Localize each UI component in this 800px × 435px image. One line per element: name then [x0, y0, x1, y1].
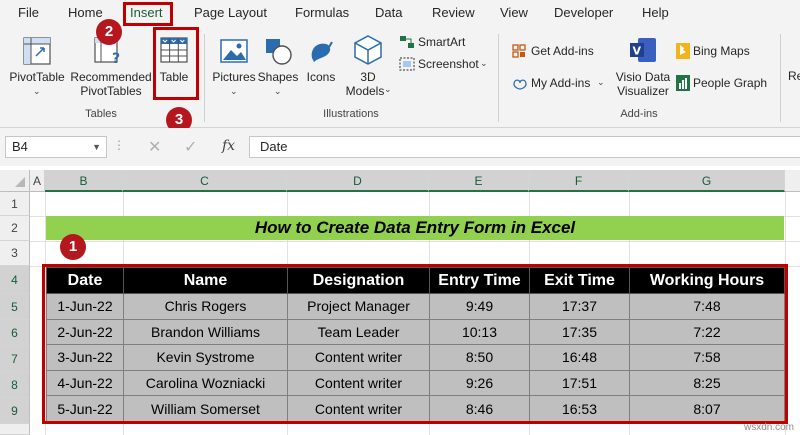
name-box-value: B4 [12, 139, 28, 154]
row-header-1[interactable]: 1 [0, 192, 30, 216]
smartart-icon[interactable] [399, 35, 415, 49]
insert-tab-highlight [123, 2, 173, 26]
tab-page-layout[interactable]: Page Layout [194, 0, 267, 26]
screenshot-icon[interactable] [399, 57, 415, 71]
tab-file[interactable]: File [18, 0, 39, 26]
column-header-b[interactable]: B [45, 170, 123, 192]
svg-text:V: V [633, 45, 642, 58]
callout-1: 1 [60, 234, 86, 260]
screenshot-button[interactable]: Screenshot [418, 56, 479, 72]
worksheet-grid[interactable]: A B C D E F G 1 2 3 4 5 6 7 8 9 How to C… [0, 166, 800, 435]
pictures-icon[interactable] [219, 38, 249, 64]
column-header-h[interactable] [785, 170, 800, 192]
chevron-down-icon[interactable]: ⌄ [480, 58, 488, 69]
people-graph-button[interactable]: People Graph [693, 75, 767, 91]
tab-formulas[interactable]: Formulas [295, 0, 349, 26]
illustrations-group-label: Illustrations [323, 108, 379, 120]
smartart-button[interactable]: SmartArt [418, 34, 465, 50]
shapes-icon[interactable] [263, 36, 293, 66]
cancel-icon[interactable]: ✕ [148, 137, 161, 157]
my-addins-button[interactable]: My Add-ins [531, 75, 590, 91]
chevron-down-icon[interactable]: ⌄ [597, 77, 605, 88]
table-selection-highlight [42, 264, 788, 424]
row-header-6[interactable]: 6 [0, 320, 30, 346]
formula-buttons: ✕ ✓ fx [118, 136, 246, 158]
tab-view[interactable]: View [500, 0, 528, 26]
insert-function-icon[interactable]: fx [222, 138, 235, 154]
visio-label-2[interactable]: Visualizer [612, 84, 674, 98]
pivottable-icon[interactable] [22, 36, 52, 66]
row-header-7[interactable]: 7 [0, 346, 30, 372]
row-header-8[interactable]: 8 [0, 372, 30, 398]
table-button-highlight [153, 27, 199, 100]
pictures-button[interactable]: Pictures [210, 70, 258, 84]
enter-check-icon[interactable]: ✓ [184, 137, 197, 157]
column-header-f[interactable]: F [529, 170, 629, 192]
column-header-d[interactable]: D [287, 170, 429, 192]
visio-data-visualizer-icon[interactable]: V [628, 36, 658, 64]
addins-group-label: Add-ins [620, 108, 658, 120]
column-header-a[interactable]: A [30, 170, 45, 192]
row-header-9[interactable]: 9 [0, 398, 30, 424]
ribbon-cutoff-label: Re [788, 69, 800, 83]
name-box[interactable]: B4 ▼ [5, 136, 107, 158]
get-addins-button[interactable]: Get Add-ins [531, 43, 594, 59]
3d-models-icon[interactable] [353, 34, 383, 66]
icons-icon[interactable] [306, 36, 336, 66]
sheet-title[interactable]: How to Create Data Entry Form in Excel [46, 216, 784, 240]
ribbon: PivotTable ⌄ ? Recommended PivotTables T… [0, 26, 800, 128]
chevron-down-icon[interactable]: ⌄ [274, 86, 282, 97]
formula-input[interactable]: Date [249, 136, 800, 158]
icons-button[interactable]: Icons [302, 70, 340, 84]
row-header-10[interactable] [0, 424, 30, 435]
recommended-pivottables-label-2[interactable]: PivotTables [70, 84, 152, 98]
group-separator [204, 34, 205, 122]
column-header-g[interactable]: G [629, 170, 785, 192]
gridline [30, 241, 800, 242]
watermark: wsxdn.com [743, 422, 794, 433]
chevron-down-icon[interactable]: ▼ [92, 137, 101, 157]
pivottable-button[interactable]: PivotTable [8, 70, 66, 84]
row-header-3[interactable]: 3 [0, 241, 30, 266]
bing-maps-icon[interactable] [676, 43, 690, 59]
ribbon-tabs: File Home Insert Page Layout Formulas Da… [0, 0, 800, 26]
chevron-down-icon[interactable]: ⌄ [33, 86, 41, 97]
recommended-pivottables-label-1[interactable]: Recommended [70, 70, 152, 84]
group-separator [780, 34, 781, 122]
group-separator [498, 34, 499, 122]
tab-developer[interactable]: Developer [554, 0, 613, 26]
row-header-4[interactable]: 4 [0, 266, 30, 294]
tab-data[interactable]: Data [375, 0, 402, 26]
get-addins-icon[interactable] [512, 44, 526, 58]
shapes-button[interactable]: Shapes [257, 70, 299, 84]
people-graph-icon[interactable] [676, 75, 690, 91]
formula-bar: B4 ▼ ⋮ ✕ ✓ fx Date [0, 128, 800, 166]
bing-maps-button[interactable]: Bing Maps [693, 43, 750, 59]
column-header-e[interactable]: E [429, 170, 529, 192]
3d-models-label-2[interactable]: Models [340, 84, 390, 98]
chevron-down-icon[interactable]: ⌄ [230, 86, 238, 97]
column-header-c[interactable]: C [123, 170, 287, 192]
row-header-2[interactable]: 2 [0, 216, 30, 241]
3d-models-label-1[interactable]: 3D [346, 70, 390, 84]
tab-review[interactable]: Review [432, 0, 475, 26]
callout-2: 2 [96, 19, 122, 45]
visio-label-1[interactable]: Visio Data [612, 70, 674, 84]
tab-help[interactable]: Help [642, 0, 669, 26]
my-addins-icon[interactable] [512, 76, 528, 90]
tab-home[interactable]: Home [68, 0, 103, 26]
row-header-5[interactable]: 5 [0, 294, 30, 320]
chevron-down-icon[interactable]: ⌄ [384, 84, 392, 95]
select-all-corner[interactable] [0, 170, 30, 192]
svg-text:?: ? [112, 51, 120, 66]
